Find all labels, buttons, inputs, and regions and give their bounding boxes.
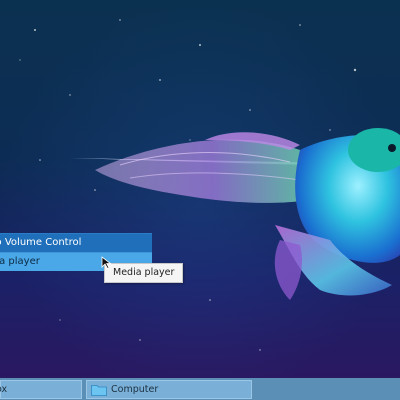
taskbar-button-app[interactable]: ox: [0, 380, 82, 399]
menu-item-volume-control[interactable]: lio Volume Control: [0, 233, 152, 252]
menu-item-label: lio Volume Control: [0, 237, 82, 248]
menu-item-label: dia player: [0, 256, 40, 267]
taskbar-button-label: ox: [0, 384, 8, 395]
folder-icon: [91, 385, 107, 396]
taskbar-button-label: Computer: [111, 384, 159, 395]
taskbar: ox Computer: [0, 378, 400, 400]
tooltip: Media player: [104, 263, 184, 283]
mouse-cursor-icon: [101, 256, 112, 270]
taskbar-button-computer[interactable]: Computer: [86, 380, 252, 399]
desktop-wallpaper: [0, 0, 400, 400]
